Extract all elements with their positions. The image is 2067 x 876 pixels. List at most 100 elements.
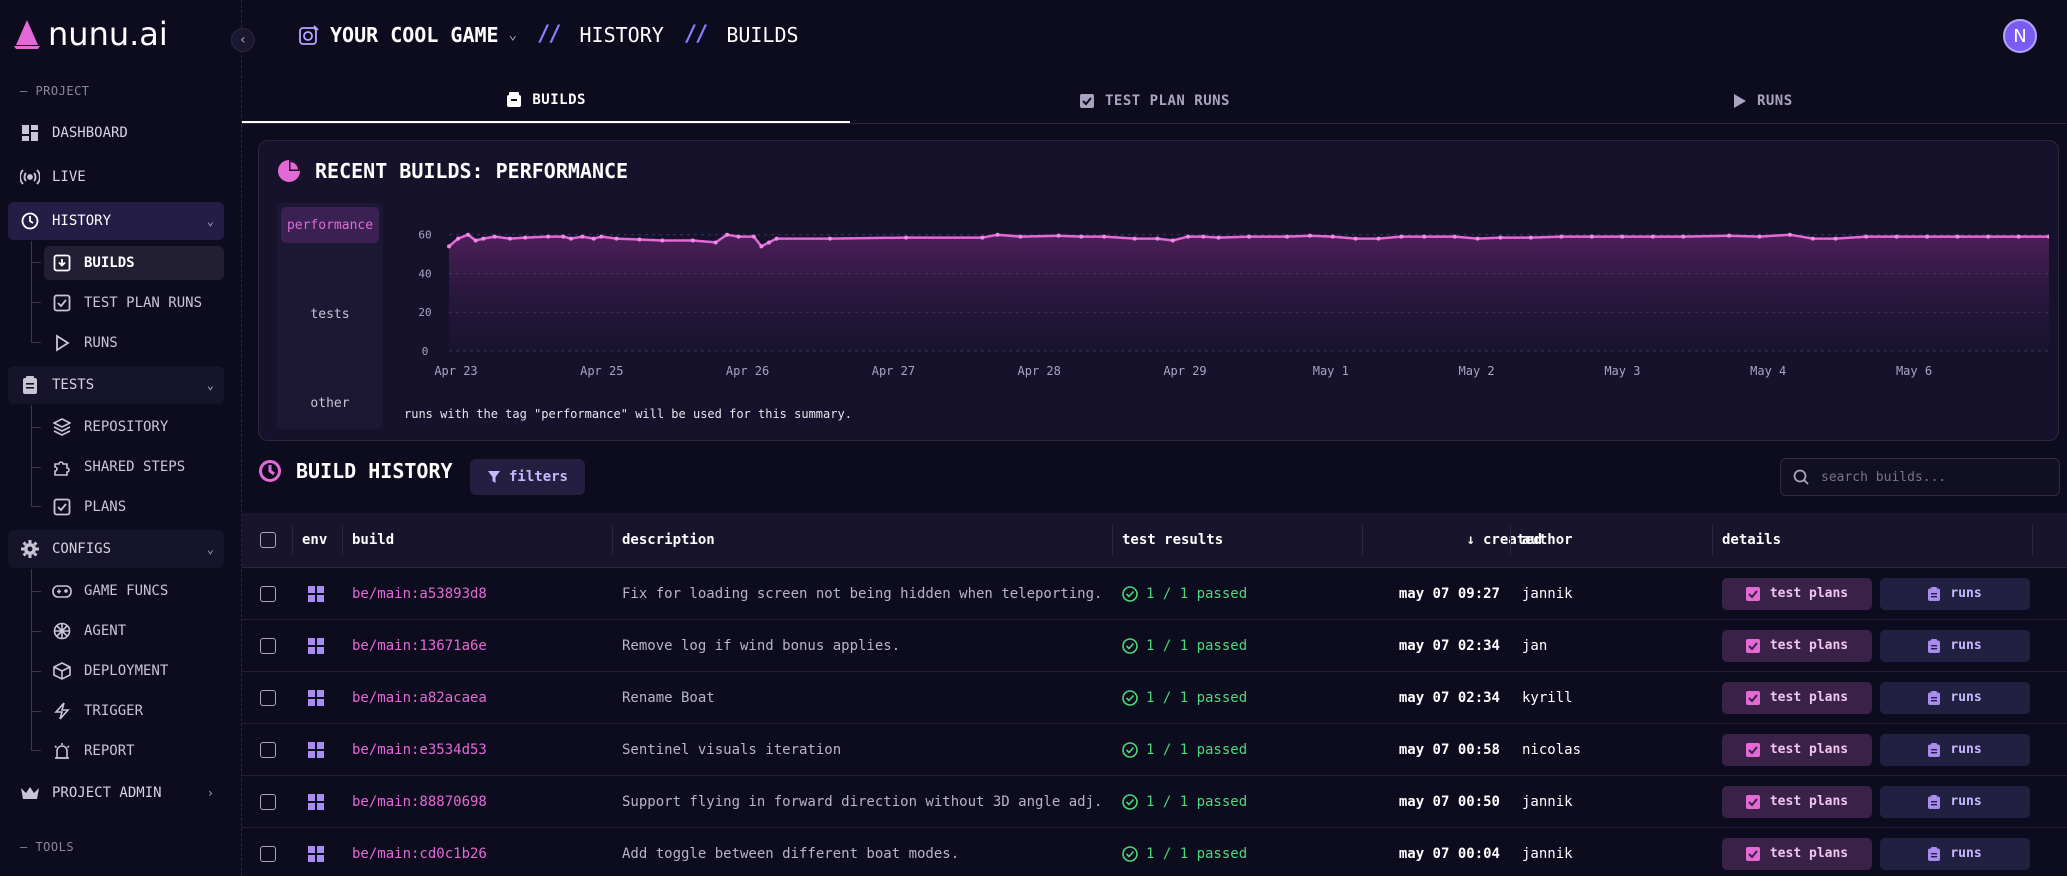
test-result[interactable]: 1 / 1 passed — [1122, 672, 1247, 723]
data-point[interactable] — [1498, 235, 1503, 240]
sidebar-item-history[interactable]: HISTORY ⌄ — [8, 202, 224, 240]
test-plans-button[interactable]: test plans — [1722, 577, 1872, 610]
build-link[interactable]: be/main:cd0c1b26 — [352, 828, 487, 876]
data-point[interactable] — [660, 238, 665, 243]
data-point[interactable] — [1620, 234, 1625, 239]
build-link[interactable]: be/main:a82acaea — [352, 672, 487, 723]
data-point[interactable] — [1285, 234, 1290, 239]
data-point[interactable] — [580, 234, 585, 239]
sidebar-item-project-admin[interactable]: PROJECT ADMIN › — [8, 774, 224, 812]
table-row[interactable]: be/main:a53893d8 Fix for loading screen … — [242, 568, 2067, 620]
data-point[interactable] — [1787, 232, 1792, 237]
table-row[interactable]: be/main:13671a6e Remove log if wind bonu… — [242, 620, 2067, 672]
test-result[interactable]: 1 / 1 passed — [1122, 724, 1247, 775]
row-checkbox[interactable] — [260, 793, 276, 810]
test-plans-button[interactable]: test plans — [1722, 837, 1872, 870]
data-point[interactable] — [1650, 234, 1655, 239]
data-point[interactable] — [1201, 234, 1206, 239]
data-point[interactable] — [1186, 234, 1191, 239]
test-plans-button[interactable]: test plans — [1722, 629, 1872, 662]
data-point[interactable] — [1018, 234, 1023, 239]
data-point[interactable] — [1681, 234, 1686, 239]
data-point[interactable] — [637, 237, 642, 242]
column-build[interactable]: build — [352, 513, 394, 567]
sidebar-item-runs[interactable]: RUNS — [44, 326, 224, 360]
test-result[interactable]: 1 / 1 passed — [1122, 568, 1247, 619]
runs-button[interactable]: runs — [1880, 785, 2030, 818]
sidebar-item-trigger[interactable]: TRIGGER — [44, 694, 224, 728]
test-result[interactable]: 1 / 1 passed — [1122, 828, 1247, 876]
row-checkbox[interactable] — [260, 741, 276, 758]
data-point[interactable] — [1330, 234, 1335, 239]
column-test-results[interactable]: test results — [1122, 513, 1223, 567]
runs-button[interactable]: runs — [1880, 577, 2030, 610]
runs-button[interactable]: runs — [1880, 681, 2030, 714]
data-point[interactable] — [591, 236, 596, 241]
sidebar-item-plans[interactable]: PLANS — [44, 490, 224, 524]
search-input[interactable] — [1821, 469, 2041, 485]
sidebar-item-deployment[interactable]: DEPLOYMENT — [44, 654, 224, 688]
tab-test-plan-runs[interactable]: TEST PLAN RUNS — [850, 78, 1458, 123]
data-point[interactable] — [995, 232, 1000, 237]
data-point[interactable] — [1216, 235, 1221, 240]
sidebar-item-live[interactable]: LIVE — [8, 158, 224, 196]
data-point[interactable] — [1422, 234, 1427, 239]
table-row[interactable]: be/main:88870698 Support flying in forwa… — [242, 776, 2067, 828]
data-point[interactable] — [1079, 234, 1084, 239]
data-point[interactable] — [1170, 238, 1175, 243]
data-point[interactable] — [481, 236, 486, 241]
collapse-sidebar-button[interactable]: ‹ — [231, 28, 255, 52]
data-point[interactable] — [1955, 234, 1960, 239]
data-point[interactable] — [568, 236, 573, 241]
column-env[interactable]: env — [302, 513, 327, 567]
sidebar-item-agent[interactable]: AGENT — [44, 614, 224, 648]
runs-button[interactable]: runs — [1880, 629, 2030, 662]
row-checkbox[interactable] — [260, 637, 276, 654]
data-point[interactable] — [1056, 233, 1061, 238]
data-point[interactable] — [1399, 234, 1404, 239]
column-details[interactable]: details — [1722, 513, 1781, 567]
data-point[interactable] — [736, 234, 741, 239]
sidebar-item-configs[interactable]: CONFIGS ⌄ — [8, 530, 224, 568]
data-point[interactable] — [1757, 234, 1762, 239]
data-point[interactable] — [1155, 236, 1160, 241]
data-point[interactable] — [507, 236, 512, 241]
tag-other[interactable]: other — [281, 385, 379, 421]
data-point[interactable] — [599, 234, 604, 239]
data-point[interactable] — [1452, 234, 1457, 239]
data-point[interactable] — [473, 238, 478, 243]
filters-button[interactable]: filters — [470, 459, 585, 495]
data-point[interactable] — [1247, 234, 1251, 239]
data-point[interactable] — [466, 232, 471, 237]
sidebar-item-report[interactable]: REPORT — [44, 734, 224, 768]
test-plans-button[interactable]: test plans — [1722, 785, 1872, 818]
data-point[interactable] — [1528, 235, 1533, 240]
test-plans-button[interactable]: test plans — [1722, 681, 1872, 714]
data-point[interactable] — [1727, 233, 1731, 238]
table-row[interactable]: be/main:cd0c1b26 Add toggle between diff… — [242, 828, 2067, 876]
test-result[interactable]: 1 / 1 passed — [1122, 620, 1247, 671]
data-point[interactable] — [523, 235, 528, 240]
sidebar-item-dashboard[interactable]: DASHBOARD — [8, 114, 224, 152]
sidebar-item-builds[interactable]: BUILDS — [44, 246, 224, 280]
column-description[interactable]: description — [622, 513, 715, 567]
build-link[interactable]: be/main:a53893d8 — [352, 568, 487, 619]
sidebar-item-repository[interactable]: REPOSITORY — [44, 410, 224, 444]
row-checkbox[interactable] — [260, 845, 276, 862]
data-point[interactable] — [751, 234, 756, 239]
row-checkbox[interactable] — [260, 689, 276, 706]
data-point[interactable] — [2016, 234, 2021, 239]
data-point[interactable] — [1986, 234, 1991, 239]
build-link[interactable]: be/main:88870698 — [352, 776, 487, 827]
runs-button[interactable]: runs — [1880, 837, 2030, 870]
row-checkbox[interactable] — [260, 585, 276, 602]
data-point[interactable] — [827, 236, 832, 241]
data-point[interactable] — [1589, 234, 1594, 239]
data-point[interactable] — [767, 240, 771, 245]
sidebar-item-game-funcs[interactable]: GAME FUNCS — [44, 574, 224, 608]
sidebar-item-test-plan-runs[interactable]: TEST PLAN RUNS — [44, 286, 224, 320]
data-point[interactable] — [614, 236, 619, 241]
data-point[interactable] — [1864, 234, 1869, 239]
data-point[interactable] — [1307, 233, 1312, 238]
build-link[interactable]: be/main:13671a6e — [352, 620, 487, 671]
